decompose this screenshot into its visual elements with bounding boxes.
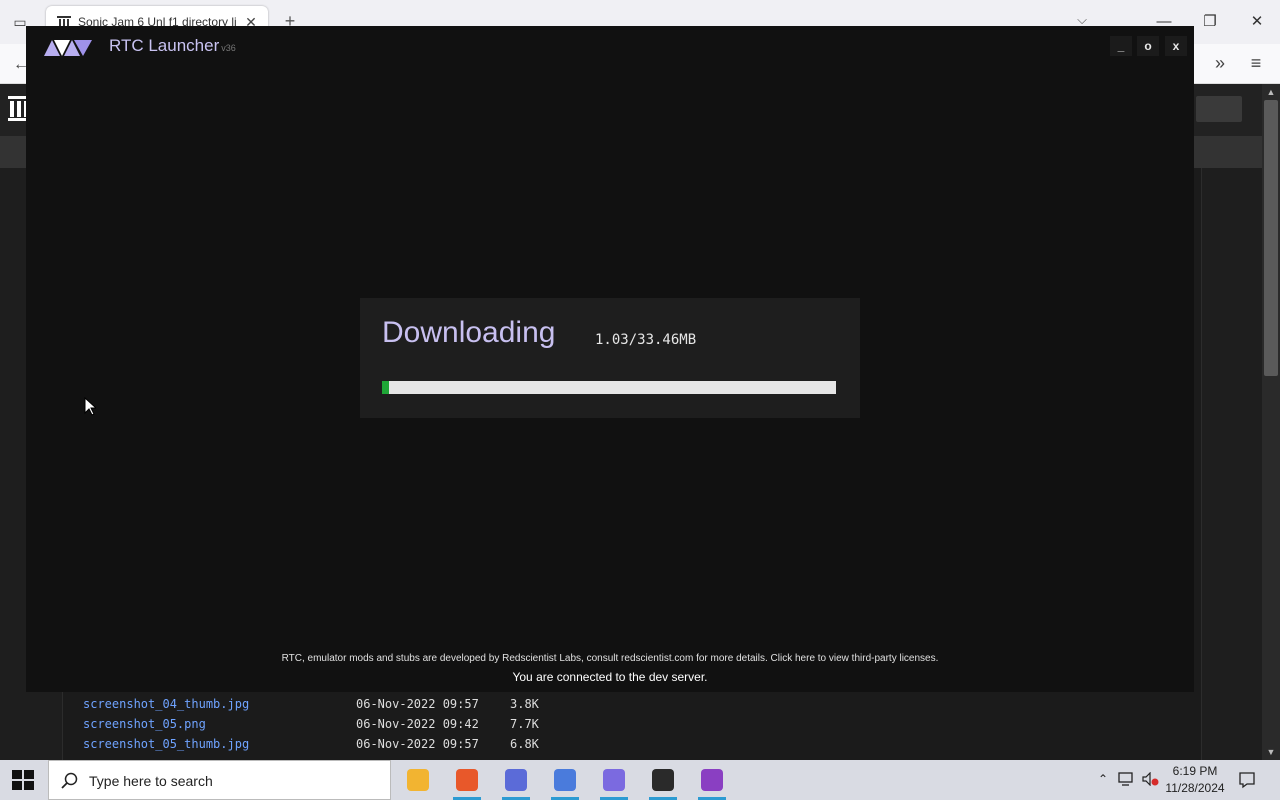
windows-start-icon[interactable] — [12, 770, 34, 790]
taskbar-app[interactable] — [643, 764, 683, 800]
tray-chevron-up-icon[interactable]: ⌃ — [1096, 772, 1110, 786]
file-link[interactable]: screenshot_04_thumb.jpg — [83, 694, 249, 714]
launcher-title: RTC Launcher v36 — [109, 36, 236, 56]
taskbar: Type here to search ⌃ 6:19 PM 11/28/2024 — [0, 760, 1280, 800]
download-size: 1.03/33.46MB — [595, 332, 697, 348]
search-placeholder: Type here to search — [89, 773, 213, 789]
app-icon-dome — [554, 769, 576, 791]
taskbar-app[interactable] — [692, 764, 732, 800]
notification-icon[interactable] — [1238, 771, 1256, 789]
taskbar-app[interactable] — [398, 764, 438, 800]
file-row: screenshot_05_thumb.jpg 06-Nov-2022 09:5… — [83, 734, 603, 754]
clock-date: 11/28/2024 — [1165, 781, 1225, 795]
app-icon-shield — [652, 769, 674, 791]
download-progress-fill — [382, 381, 389, 394]
taskbar-app[interactable] — [545, 764, 585, 800]
file-link[interactable]: screenshot_05_thumb.jpg — [83, 734, 249, 754]
file-size: 6.8K — [510, 737, 539, 751]
launcher-close-button[interactable]: x — [1165, 36, 1187, 56]
download-progress-bar — [382, 381, 836, 394]
app-icon-blue — [505, 769, 527, 791]
app-icon-purple — [701, 769, 723, 791]
browser-close-icon[interactable]: ✕ — [1245, 10, 1269, 34]
download-heading: Downloading — [382, 316, 556, 349]
file-row: screenshot_05.png 06-Nov-2022 09:42 7.7K — [83, 714, 603, 734]
hamburger-menu-icon[interactable]: ≡ — [1244, 52, 1268, 76]
taskbar-app[interactable] — [496, 764, 536, 800]
file-date: 06-Nov-2022 09:57 — [356, 737, 479, 751]
firefox-icon — [456, 769, 478, 791]
search-icon — [61, 772, 78, 789]
rtc-launcher-icon — [603, 769, 625, 791]
launcher-title-text: RTC Launcher — [109, 36, 220, 55]
credits-text[interactable]: RTC, emulator mods and stubs are develop… — [26, 653, 1194, 664]
volume-muted-icon[interactable] — [1142, 772, 1160, 786]
file-date: 06-Nov-2022 09:57 — [356, 697, 479, 711]
taskbar-app[interactable] — [447, 764, 487, 800]
scrollbar-thumb[interactable] — [1264, 100, 1278, 376]
launcher-maximize-button[interactable]: o — [1137, 36, 1159, 56]
scroll-up-arrow-icon[interactable]: ▲ — [1262, 84, 1280, 100]
mouse-cursor-icon — [84, 397, 96, 416]
clock-time: 6:19 PM — [1172, 764, 1218, 778]
launcher-version: v36 — [221, 43, 236, 53]
server-status: You are connected to the dev server. — [512, 670, 708, 684]
page-search-input[interactable] — [1196, 96, 1242, 122]
rtc-logo-icon — [44, 40, 92, 56]
launcher-minimize-button[interactable]: _ — [1110, 36, 1132, 56]
browser-restore-icon[interactable]: ❐ — [1198, 10, 1222, 34]
file-link[interactable]: screenshot_05.png — [83, 714, 206, 734]
rtc-launcher-window: RTC Launcher v36 _ o x Downloading 1.03/3… — [26, 26, 1194, 692]
taskbar-clock[interactable]: 6:19 PM 11/28/2024 — [1163, 763, 1227, 797]
taskbar-search-input[interactable]: Type here to search — [48, 760, 391, 800]
file-explorer-icon — [407, 769, 429, 791]
taskbar-app[interactable] — [594, 764, 634, 800]
file-row: screenshot_04_thumb.jpg 06-Nov-2022 09:5… — [83, 694, 603, 714]
scroll-down-arrow-icon[interactable]: ▼ — [1262, 744, 1280, 760]
file-size: 7.7K — [510, 717, 539, 731]
download-panel: Downloading 1.03/33.46MB — [360, 298, 860, 418]
overflow-chevrons-icon[interactable]: » — [1208, 52, 1232, 76]
network-icon[interactable] — [1118, 772, 1136, 786]
file-size: 3.8K — [510, 697, 539, 711]
file-date: 06-Nov-2022 09:42 — [356, 717, 479, 731]
